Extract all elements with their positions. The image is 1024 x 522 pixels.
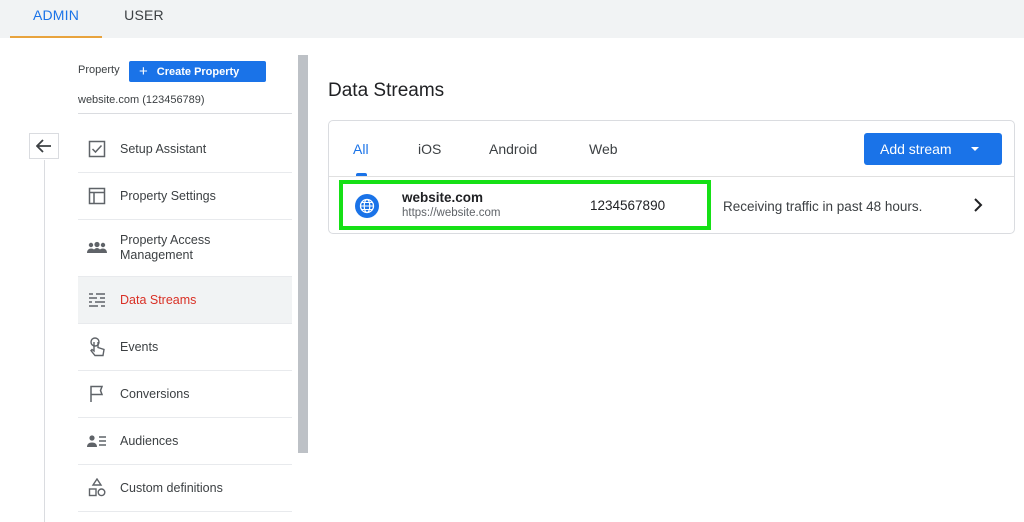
tab-user[interactable]: USER — [110, 0, 178, 38]
sidebar-nav: Setup Assistant Property Settings Proper… — [78, 126, 292, 512]
arrow-left-icon — [36, 139, 51, 153]
sidebar-item-label: Property Settings — [120, 188, 216, 203]
touch-icon — [87, 337, 107, 357]
stream-status: Receiving traffic in past 48 hours. — [723, 199, 923, 214]
sidebar-item-label: Events — [120, 339, 159, 354]
audience-icon — [87, 431, 107, 451]
sidebar-item-audiences[interactable]: Audiences — [78, 418, 292, 465]
tab-admin[interactable]: ADMIN — [10, 0, 102, 38]
plus-icon: + — [139, 63, 148, 80]
sidebar-item-setup-assistant[interactable]: Setup Assistant — [78, 126, 292, 173]
globe-icon — [355, 194, 379, 218]
add-stream-button[interactable]: Add stream — [864, 133, 1002, 165]
sidebar-item-label: Setup Assistant — [120, 141, 207, 156]
stream-row[interactable]: website.com https://website.com 12345678… — [329, 178, 1014, 233]
nav-rail-line — [44, 160, 45, 522]
sidebar-item-label: Property Access Management — [120, 233, 211, 262]
divider — [78, 113, 292, 114]
top-tab-bar: ADMIN USER — [0, 0, 1024, 38]
sidebar-item-property-settings[interactable]: Property Settings — [78, 173, 292, 220]
sidebar-item-label: Custom definitions — [120, 480, 223, 495]
create-property-label: Create Property — [156, 65, 240, 78]
sidebar-item-events[interactable]: Events — [78, 324, 292, 371]
tab-android[interactable]: Android — [489, 141, 537, 157]
sidebar-item-data-streams[interactable]: Data Streams — [78, 277, 292, 324]
back-button[interactable] — [29, 133, 59, 159]
stream-id: 1234567890 — [590, 198, 666, 213]
chevron-right-icon[interactable] — [971, 196, 985, 214]
sidebar-item-conversions[interactable]: Conversions — [78, 371, 292, 418]
stream-tabs: All iOS Android Web Add stream — [329, 121, 1014, 177]
sidebar-item-label: Audiences — [120, 433, 179, 448]
sidebar-scrollbar[interactable] — [298, 55, 308, 453]
streams-icon — [87, 290, 107, 310]
add-stream-label: Add stream — [880, 141, 952, 157]
property-label: Property — [78, 64, 120, 76]
tab-all[interactable]: All — [353, 141, 369, 157]
flag-icon — [87, 384, 107, 404]
page-title: Data Streams — [328, 80, 445, 101]
active-tab-indicator — [356, 173, 367, 176]
stream-url: https://website.com — [402, 207, 501, 219]
stream-name: website.com — [402, 190, 484, 205]
people-icon — [87, 238, 107, 258]
sidebar-item-label: Conversions — [120, 386, 190, 401]
tab-web[interactable]: Web — [589, 141, 618, 157]
checkbox-icon — [87, 139, 107, 159]
sidebar-item-property-access-management[interactable]: Property Access Management — [78, 220, 292, 277]
sidebar-item-custom-definitions[interactable]: Custom definitions — [78, 465, 292, 512]
streams-card: All iOS Android Web Add stream website.c… — [328, 120, 1015, 234]
tab-ios[interactable]: iOS — [418, 141, 441, 157]
create-property-button[interactable]: + Create Property — [129, 61, 266, 82]
shapes-icon — [87, 478, 107, 498]
sidebar-item-label: Data Streams — [120, 292, 197, 307]
caret-down-icon — [971, 147, 979, 151]
layout-icon — [87, 186, 107, 206]
account-name[interactable]: website.com (123456789) — [78, 94, 205, 106]
